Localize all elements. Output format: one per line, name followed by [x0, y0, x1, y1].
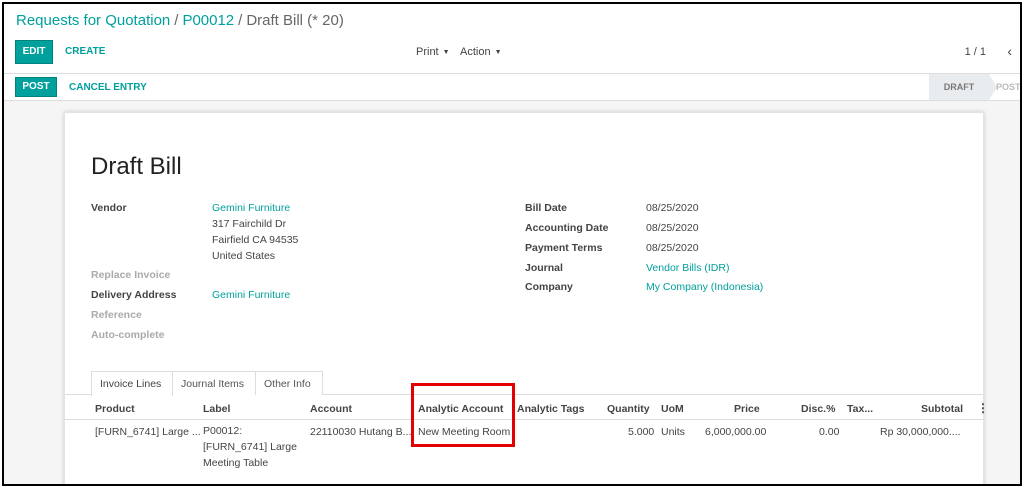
breadcrumb-order-link[interactable]: P00012 — [182, 12, 234, 29]
cell-subtotal: Rp 30,000,000.... — [880, 426, 961, 438]
delivery-address-label: Delivery Address — [91, 289, 177, 301]
pager-value[interactable]: 1 / 1 — [965, 46, 986, 58]
vendor-link[interactable]: Gemini Furniture — [212, 202, 290, 214]
journal-link[interactable]: Vendor Bills (IDR) — [646, 262, 729, 274]
edit-button[interactable]: EDIT — [15, 40, 53, 64]
vendor-address-line: Fairfield CA 94535 — [212, 234, 299, 246]
vendor-address-line: United States — [212, 250, 276, 262]
page-title: Draft Bill — [91, 153, 182, 180]
cell-uom[interactable]: Units — [661, 426, 685, 438]
column-header-uom[interactable]: UoM — [661, 403, 684, 415]
tab-journal-items[interactable]: Journal Items — [173, 371, 256, 395]
cell-discount[interactable]: 0.00 — [819, 426, 839, 438]
column-header-product[interactable]: Product — [95, 403, 135, 415]
breadcrumb: Requests for Quotation / P00012/Draft Bill… — [16, 12, 344, 29]
caret-down-icon: ▼ — [442, 49, 450, 56]
company-link[interactable]: My Company (Indonesia) — [646, 281, 763, 293]
reference-label: Reference — [91, 309, 142, 321]
column-header-taxes[interactable]: Tax... — [847, 403, 873, 415]
action-dropdown[interactable]: Action ▼ — [460, 46, 502, 58]
stage-posted[interactable]: POSTED — [996, 74, 1020, 100]
breadcrumb-separator: / — [174, 12, 179, 29]
delivery-address-link[interactable]: Gemini Furniture — [212, 289, 290, 301]
cell-quantity[interactable]: 5.000 — [628, 426, 654, 438]
form-sheet: Draft Bill Vendor Gemini Furniture 317 F… — [64, 112, 989, 484]
breadcrumb-separator: / — [238, 12, 243, 29]
cell-product[interactable]: [FURN_6741] Large ... — [95, 426, 201, 438]
accounting-date-label: Accounting Date — [525, 222, 609, 234]
status-bar: POST CANCEL ENTRY DRAFT POSTED — [4, 73, 1020, 101]
vendor-address-line: 317 Fairchild Dr — [212, 218, 287, 230]
replace-invoice-label: Replace Invoice — [91, 269, 171, 281]
cell-price[interactable]: 6,000,000.00 — [705, 426, 766, 438]
print-dropdown-label: Print — [416, 46, 439, 58]
column-header-analytic-tags[interactable]: Analytic Tags — [517, 403, 585, 415]
bill-date-value: 08/25/2020 — [646, 202, 699, 214]
breadcrumb-current: Draft Bill (* 20) — [246, 12, 344, 29]
bill-date-label: Bill Date — [525, 202, 568, 214]
highlight-box — [411, 383, 515, 447]
column-header-label[interactable]: Label — [203, 403, 230, 415]
tab-invoice-lines[interactable]: Invoice Lines — [91, 371, 173, 396]
cancel-entry-button[interactable]: CANCEL ENTRY — [69, 82, 147, 93]
column-header-discount[interactable]: Disc.% — [801, 403, 835, 415]
breadcrumb-rfq-link[interactable]: Requests for Quotation — [16, 12, 170, 29]
journal-label: Journal — [525, 262, 563, 274]
chevron-left-icon[interactable]: ‹ — [1007, 43, 1012, 59]
print-dropdown[interactable]: Print ▼ — [416, 46, 450, 58]
vendor-label: Vendor — [91, 202, 127, 214]
payment-terms-value: 08/25/2020 — [646, 242, 699, 254]
caret-down-icon: ▼ — [494, 49, 502, 56]
column-header-subtotal[interactable]: Subtotal — [921, 403, 963, 415]
cell-account[interactable]: 22110030 Hutang B... — [310, 426, 411, 438]
app-window: Requests for Quotation / P00012/Draft Bill… — [2, 2, 1022, 486]
payment-terms-label: Payment Terms — [525, 242, 603, 254]
accounting-date-value: 08/25/2020 — [646, 222, 699, 234]
column-header-account[interactable]: Account — [310, 403, 352, 415]
table-header-divider — [65, 419, 983, 420]
column-header-price[interactable]: Price — [734, 403, 760, 415]
column-options-icon[interactable]: ⋮ — [977, 401, 989, 415]
stage-draft[interactable]: DRAFT — [929, 74, 997, 100]
create-button[interactable]: CREATE — [65, 46, 105, 57]
cell-label[interactable]: P00012: [FURN_6741] Large Meeting Table — [203, 423, 303, 471]
action-dropdown-label: Action — [460, 46, 491, 58]
tab-other-info[interactable]: Other Info — [256, 371, 323, 395]
column-header-quantity[interactable]: Quantity — [607, 403, 650, 415]
company-label: Company — [525, 281, 573, 293]
auto-complete-label: Auto-complete — [91, 329, 165, 341]
post-button[interactable]: POST — [15, 77, 57, 97]
